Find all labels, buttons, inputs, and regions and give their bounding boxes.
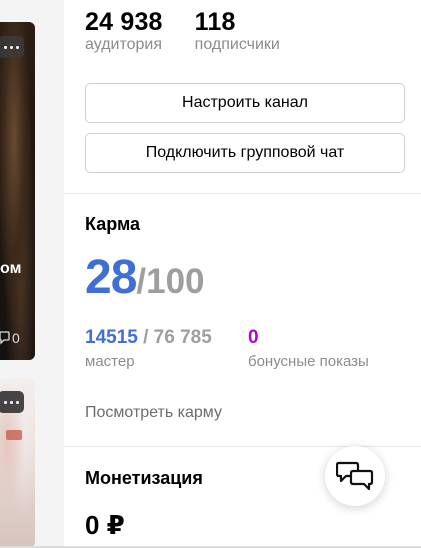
audience-value: 24 938 bbox=[85, 8, 163, 36]
karma-max: /100 bbox=[136, 262, 205, 301]
karma-progress-value: 14515 / 76 785 bbox=[85, 326, 248, 350]
karma-value: 28 bbox=[85, 251, 137, 304]
divider bbox=[64, 193, 421, 194]
karma-score: 28 /100 bbox=[85, 250, 205, 305]
monetization-amount: 0 ₽ bbox=[85, 510, 125, 540]
karma-level-label: мастер bbox=[85, 353, 135, 370]
more-dots-icon[interactable] bbox=[0, 36, 24, 58]
connect-group-chat-button[interactable]: Подключить групповой чат bbox=[85, 133, 405, 173]
setup-channel-button[interactable]: Настроить канал bbox=[85, 83, 405, 123]
chat-bubbles-icon bbox=[336, 461, 374, 491]
feed-card-title: ом bbox=[0, 260, 22, 277]
page: ом 0 24 938 аудитория 118 подписчики Нас… bbox=[0, 0, 421, 548]
feed-card[interactable] bbox=[0, 378, 35, 548]
karma-details: 14515 / 76 785 мастер 0 бонусные показы bbox=[85, 326, 411, 370]
subscribers-stat: 118 подписчики bbox=[195, 6, 280, 54]
karma-title: Карма bbox=[85, 214, 141, 234]
divider bbox=[64, 446, 421, 447]
bonus-value: 0 bbox=[248, 327, 259, 348]
karma-progress: 14515 / 76 785 мастер bbox=[85, 326, 248, 370]
karma-progress-total: / 76 785 bbox=[137, 327, 212, 348]
monetization-title: Монетизация bbox=[85, 468, 203, 488]
karma-progress-current: 14515 bbox=[85, 327, 138, 348]
audience-label: аудитория bbox=[85, 36, 163, 53]
view-karma-link[interactable]: Посмотреть карму bbox=[85, 404, 222, 422]
feed-card[interactable]: ом 0 bbox=[0, 22, 35, 360]
comment-count: 0 bbox=[12, 330, 20, 346]
channel-stats: 24 938 аудитория 118 подписчики bbox=[85, 6, 421, 54]
audience-stat: 24 938 аудитория bbox=[85, 6, 163, 54]
subscribers-value: 118 bbox=[194, 8, 236, 36]
comment-icon bbox=[0, 331, 10, 345]
bonus-impressions: 0 бонусные показы bbox=[248, 326, 411, 370]
subscribers-label: подписчики bbox=[194, 36, 280, 53]
feed-card-comments[interactable]: 0 bbox=[0, 330, 20, 346]
more-dots-icon[interactable] bbox=[0, 391, 24, 413]
chat-button[interactable] bbox=[325, 446, 385, 506]
bonus-label: бонусные показы bbox=[248, 353, 369, 370]
